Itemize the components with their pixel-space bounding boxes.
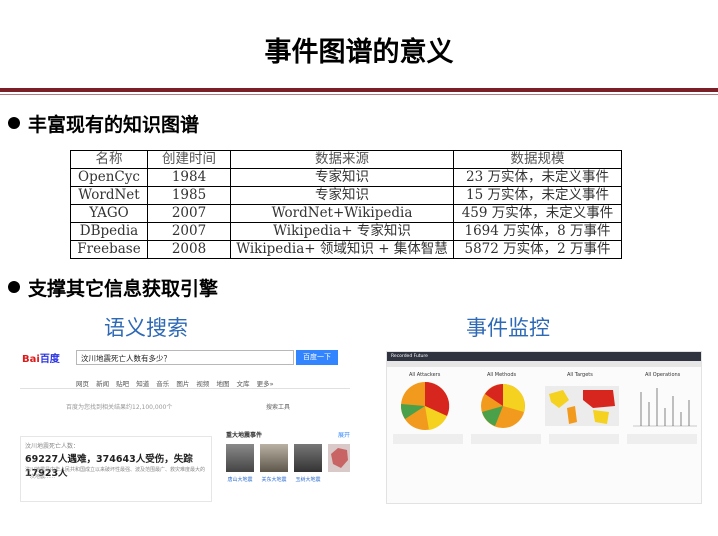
attackers-pie xyxy=(400,381,450,430)
bullet-support-engines: 支撑其它信息获取引擎 xyxy=(8,274,218,301)
caption-semantic-search: 语义搜索 xyxy=(104,316,188,340)
bullet-enrich-kg: 丰富现有的知识图谱 xyxy=(8,110,199,137)
cell: 2007 xyxy=(147,222,231,241)
bullet-dot-icon xyxy=(8,281,20,293)
logo-text-blue: 百度 xyxy=(39,354,60,365)
search-tabs[interactable]: 网页 新闻 贴吧 知道 音乐 图片 视频 地图 文库 更多» xyxy=(76,378,274,388)
cell: 5872 万实体，2 万事件 xyxy=(453,240,622,259)
cell: 2008 xyxy=(147,240,231,259)
table-row: OpenCyc 1984 专家知识 23 万实体，未定义事件 xyxy=(70,168,622,187)
related-events-title: 重大地震事件 xyxy=(226,432,263,439)
thumb-label[interactable]: 唐山大地震 xyxy=(224,476,256,483)
header-created: 创建时间 xyxy=(147,150,231,169)
cell: 459 万实体，未定义事件 xyxy=(453,204,622,223)
targets-map xyxy=(545,386,619,426)
thumb-image[interactable] xyxy=(260,444,288,472)
cell: 1694 万实体，8 万事件 xyxy=(453,222,622,241)
cell: 15 万实体，未定义事件 xyxy=(453,186,622,205)
answer-card: 汶川地震死亡人数： 69227人遇难，374643人受伤，失踪17923人 汶川… xyxy=(20,436,212,502)
cell: 23 万实体，未定义事件 xyxy=(453,168,622,187)
cell: WordNet+Wikipedia xyxy=(230,204,454,223)
cell: 专家知识 xyxy=(230,186,454,205)
header-scale: 数据规模 xyxy=(453,150,622,169)
card-text: 汶川地震是中华人民共和国成立以来破坏性最强、波及范围最广、救灾难度最大的一次地震… xyxy=(25,467,206,480)
operations-timeline xyxy=(633,388,697,427)
bullet-text: 丰富现有的知识图谱 xyxy=(28,114,200,136)
monitor-graphics xyxy=(400,381,697,430)
result-count: 百度为您找到相关结果约12,100,000个 xyxy=(66,404,173,411)
baidu-logo: Bai百度 xyxy=(22,350,60,365)
header-source: 数据来源 xyxy=(230,150,454,169)
event-monitor-screenshot: Recorded Future All Attackers All Method… xyxy=(386,351,702,504)
map-region xyxy=(593,410,609,424)
cell: YAGO xyxy=(70,204,148,223)
slide-title: 事件图谱的意义 xyxy=(264,37,454,68)
attackers-list xyxy=(393,434,463,500)
cell: DBpedia xyxy=(70,222,148,241)
targets-list xyxy=(549,434,619,500)
search-button[interactable]: 百度一下 xyxy=(296,350,338,365)
expand-link[interactable]: 展开 xyxy=(338,430,350,439)
card-question: 汶川地震死亡人数： xyxy=(25,443,80,450)
table-header-row: 名称 创建时间 数据来源 数据规模 xyxy=(70,150,622,169)
table-row: Freebase 2008 Wikipedia+ 领域知识 + 集体智慧 5872 万… xyxy=(70,240,622,259)
table-row: DBpedia 2007 Wikipedia+ 专家知识 1694 万实体，8 万事件 xyxy=(70,222,622,241)
bullet-text: 支撑其它信息获取引擎 xyxy=(28,278,219,300)
cell: 1985 xyxy=(147,186,231,205)
divider xyxy=(20,388,350,389)
monitor-subbar xyxy=(387,361,701,367)
baidu-search-screenshot: Bai百度 汶川地震死亡人数有多少？ 百度一下 网页 新闻 贴吧 知道 音乐 图… xyxy=(20,344,350,506)
cell: Freebase xyxy=(70,240,148,259)
cell: Wikipedia+ 专家知识 xyxy=(230,222,454,241)
title-underline xyxy=(0,88,718,92)
search-input[interactable]: 汶川地震死亡人数有多少？ xyxy=(76,350,294,365)
bullet-dot-icon xyxy=(8,117,20,129)
title-underline-thin xyxy=(0,94,718,95)
thumb-image[interactable] xyxy=(226,444,254,472)
caption-event-monitor: 事件监控 xyxy=(466,316,550,340)
methods-pie xyxy=(481,384,525,428)
operations-list xyxy=(627,434,697,500)
search-tools-link[interactable]: 搜索工具 xyxy=(266,402,290,411)
cell: 2007 xyxy=(147,204,231,223)
table-row: YAGO 2007 WordNet+Wikipedia 459 万实体，未定义事件 xyxy=(70,204,622,223)
thumb-label[interactable]: 关东大地震 xyxy=(258,476,290,483)
thumb-image[interactable] xyxy=(294,444,322,472)
table-row: WordNet 1985 专家知识 15 万实体，未定义事件 xyxy=(70,186,622,205)
knowledge-graph-table: 名称 创建时间 数据来源 数据规模 OpenCyc 1984 专家知识 23 万实体，… xyxy=(70,150,622,259)
map-thumb-image[interactable] xyxy=(328,444,350,472)
logo-text-red: Bai xyxy=(22,354,40,365)
header-name: 名称 xyxy=(70,150,148,169)
china-map-icon xyxy=(331,448,348,468)
cell: 专家知识 xyxy=(230,168,454,187)
cell: OpenCyc xyxy=(70,168,148,187)
thumb-label[interactable]: 玉树大地震 xyxy=(292,476,324,483)
cell: Wikipedia+ 领域知识 + 集体智慧 xyxy=(230,240,454,259)
monitor-topbar: Recorded Future xyxy=(387,352,701,361)
methods-list xyxy=(471,434,541,500)
cell: 1984 xyxy=(147,168,231,187)
cell: WordNet xyxy=(70,186,148,205)
